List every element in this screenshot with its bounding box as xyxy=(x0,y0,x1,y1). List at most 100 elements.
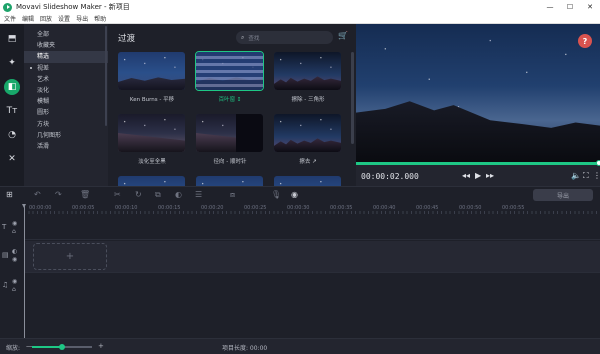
timeline-playhead[interactable] xyxy=(22,204,26,338)
undo-icon[interactable]: ↶ xyxy=(34,190,41,199)
previous-frame-button[interactable]: ◂◂ xyxy=(462,171,470,180)
close-button[interactable]: ✕ xyxy=(580,0,600,14)
transition-thumbnail[interactable] xyxy=(274,114,341,152)
transition-thumbnail[interactable] xyxy=(118,52,185,90)
minimize-button[interactable]: — xyxy=(540,0,560,14)
video-track[interactable]: + xyxy=(24,241,600,272)
category-list: 全部 收藏夹 精选 视差 艺术 淡化 模糊 圆形 方块 几何图形 活滑 xyxy=(24,24,108,186)
category-item[interactable]: 几何图形 xyxy=(24,130,108,141)
text-track[interactable] xyxy=(24,214,600,240)
microphone-icon[interactable]: 🎙 xyxy=(271,190,281,199)
category-item[interactable]: 精选 xyxy=(24,51,108,63)
add-track-icon[interactable]: ⊞ xyxy=(6,190,13,199)
ruler-label: 00:00:35 xyxy=(330,205,353,211)
category-item[interactable]: 方块 xyxy=(24,119,108,130)
transition-thumbnail[interactable] xyxy=(195,51,264,91)
category-item[interactable]: 模糊 xyxy=(24,96,108,107)
ruler-label: 00:00:45 xyxy=(416,205,439,211)
maximize-button[interactable]: ☐ xyxy=(560,0,580,14)
ruler-label: 00:00:25 xyxy=(244,205,267,211)
category-item[interactable]: 淡化 xyxy=(24,85,108,96)
progress-knob[interactable] xyxy=(596,160,600,166)
menu-playback[interactable]: 回放 xyxy=(40,14,52,23)
ruler-label: 00:00:50 xyxy=(459,205,482,211)
menu-export[interactable]: 导出 xyxy=(76,14,88,23)
thumb-blinds xyxy=(196,52,263,90)
preview-progress-bar[interactable] xyxy=(356,160,600,166)
preview-panel: ? 00:00:02.000 ◂◂ ▶ ▸▸ 🔈 ⛶ ⋮ xyxy=(356,24,600,186)
zoom-slider[interactable] xyxy=(32,343,92,350)
thumb-wipe xyxy=(236,114,263,152)
audio-track-icon: ♫ xyxy=(2,281,9,289)
transitions-icon[interactable]: ◧ xyxy=(4,79,20,95)
ruler-label: 00:00:15 xyxy=(158,205,181,211)
transition-thumbnail[interactable] xyxy=(196,114,263,152)
tools-icon[interactable]: ✕ xyxy=(4,151,20,167)
category-item[interactable]: 收藏夹 xyxy=(24,40,108,51)
ruler-label: 00:00:40 xyxy=(373,205,396,211)
category-item[interactable]: 圆形 xyxy=(24,107,108,118)
video-track-visibility-icon[interactable]: ◉ xyxy=(12,256,17,263)
play-button[interactable]: ▶ xyxy=(475,171,481,180)
category-scrollbar[interactable] xyxy=(105,26,107,126)
help-button[interactable]: ? xyxy=(578,34,592,48)
crop-icon[interactable]: ⧉ xyxy=(155,190,161,200)
zoom-slider-knob[interactable] xyxy=(59,343,65,350)
preview-time: 00:00:02.000 xyxy=(361,172,419,181)
search-input[interactable]: ⌕ 查找 xyxy=(236,31,333,44)
transition-label: 径向 - 顺时针 xyxy=(213,159,247,165)
record-icon[interactable]: ◉ xyxy=(291,190,298,199)
magic-wand-icon[interactable]: ✦ xyxy=(4,55,20,71)
color-adjust-icon[interactable]: ◐ xyxy=(175,190,182,199)
timeline-ruler[interactable]: 00:00:00 00:00:05 00:00:10 00:00:15 00:00:20… xyxy=(24,204,600,214)
video-track-mute-icon[interactable]: ◐ xyxy=(12,248,17,255)
text-track-visibility-icon[interactable]: ◉ xyxy=(12,220,17,227)
transitions-panel: 过渡 ⌕ 查找 🛒 Ken Burns - 平移 百叶窗 ↕ 擦除 - 三角形 淡化至… xyxy=(108,24,356,214)
transition-wizard-icon[interactable]: ⧈ xyxy=(230,190,235,200)
ruler-label: 00:00:00 xyxy=(29,205,52,211)
media-dropzone[interactable]: + xyxy=(33,243,107,270)
volume-icon[interactable]: 🔈 xyxy=(571,171,581,180)
rotate-icon[interactable]: ↻ xyxy=(135,190,142,199)
ruler-label: 00:00:10 xyxy=(115,205,138,211)
menu-help[interactable]: 帮助 xyxy=(94,14,106,23)
transition-thumbnail[interactable] xyxy=(274,52,341,90)
grid-scrollbar[interactable] xyxy=(351,52,354,144)
title-bar: Movavi Slideshow Maker - 新项目 — ☐ ✕ xyxy=(0,0,600,14)
menu-settings[interactable]: 设置 xyxy=(58,14,70,23)
audio-track-lock-icon[interactable]: ⌂ xyxy=(12,286,16,293)
audio-track-visibility-icon[interactable]: ◉ xyxy=(12,278,17,285)
transition-label: 擦去 ↗ xyxy=(299,159,317,165)
transition-label: 淡化至全黑 xyxy=(138,159,166,165)
transition-label: 百叶窗 ↕ xyxy=(218,97,242,103)
category-item[interactable]: 艺术 xyxy=(24,74,108,85)
audio-track-header: ♫ ◉ ⌂ xyxy=(0,276,24,300)
cart-icon[interactable]: 🛒 xyxy=(338,31,348,40)
audio-track[interactable] xyxy=(24,272,600,338)
cut-icon[interactable]: ✂ xyxy=(114,190,121,199)
app-logo-icon xyxy=(3,2,12,12)
redo-icon[interactable]: ↷ xyxy=(55,190,62,199)
more-options-icon[interactable]: ⋮ xyxy=(593,171,600,180)
delete-icon[interactable]: 🗑 xyxy=(80,190,90,199)
export-button[interactable]: 导出 xyxy=(533,189,593,201)
category-item[interactable]: 视差 xyxy=(24,63,108,74)
category-item[interactable]: 全部 xyxy=(24,29,108,40)
transition-thumbnail[interactable] xyxy=(118,114,185,152)
stickers-icon[interactable]: ◔ xyxy=(4,127,20,143)
menu-edit[interactable]: 编辑 xyxy=(22,14,34,23)
import-icon[interactable]: ⬒ xyxy=(4,31,20,47)
app-window: Movavi Slideshow Maker - 新项目 — ☐ ✕ 文件 编辑… xyxy=(0,0,600,354)
zoom-in-icon[interactable]: + xyxy=(98,342,104,350)
ruler-label: 00:00:20 xyxy=(201,205,224,211)
search-icon: ⌕ xyxy=(241,33,245,41)
preview-screen[interactable]: ? xyxy=(356,24,600,162)
category-item[interactable]: 活滑 xyxy=(24,141,108,152)
fullscreen-icon[interactable]: ⛶ xyxy=(583,171,589,181)
next-frame-button[interactable]: ▸▸ xyxy=(486,171,494,180)
menu-file[interactable]: 文件 xyxy=(4,14,16,23)
titles-icon[interactable]: Tт xyxy=(4,103,20,119)
window-controls: — ☐ ✕ xyxy=(540,0,600,14)
properties-icon[interactable]: ☰ xyxy=(195,190,202,199)
text-track-lock-icon[interactable]: ⌂ xyxy=(12,228,16,235)
